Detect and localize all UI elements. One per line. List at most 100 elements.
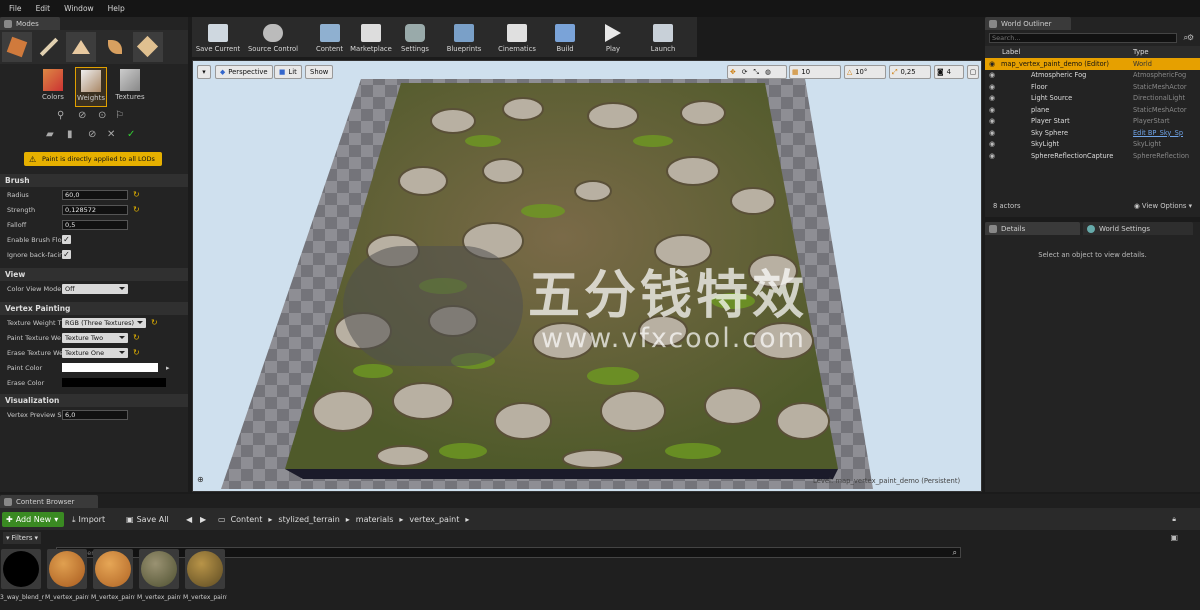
- level-viewport[interactable]: ▾ ◆ Perspective ■ Lit Show ✥ ⟳ ⤡ ◍ ▦ 10 △ 10° ⤢…: [192, 60, 982, 492]
- add-new-button[interactable]: ✚ Add New ▾: [2, 512, 64, 527]
- tex-weight-reset-icon[interactable]: ↻: [151, 318, 158, 327]
- breadcrumb-item[interactable]: stylized_terrain: [278, 515, 339, 524]
- blueprints-button[interactable]: Blueprints: [443, 19, 485, 55]
- swap-icon[interactable]: ⊙: [98, 110, 106, 121]
- radius-reset-icon[interactable]: ↻: [133, 190, 140, 199]
- visibility-eye-icon[interactable]: ◉: [985, 83, 999, 91]
- source-control-button[interactable]: Source Control: [244, 19, 302, 55]
- breadcrumb-item[interactable]: vertex_paint: [409, 515, 459, 524]
- radius-input[interactable]: 60,0: [62, 189, 128, 200]
- save-all-button[interactable]: ▣ Save All: [126, 512, 169, 527]
- strength-reset-icon[interactable]: ↻: [133, 205, 140, 214]
- tex-weight-select[interactable]: RGB (Three Textures): [62, 317, 146, 328]
- save-search-icon[interactable]: ▣: [1170, 533, 1178, 542]
- flow-checkbox[interactable]: ✓: [62, 235, 71, 244]
- strength-input[interactable]: 0,128572: [62, 204, 128, 215]
- check-icon[interactable]: ✓: [127, 129, 135, 140]
- outliner-row[interactable]: ◉ Atmospheric Fog AtmosphericFog: [985, 70, 1200, 82]
- vertex-painting-section-header[interactable]: Vertex Painting: [0, 302, 188, 315]
- outliner-row[interactable]: ◉ Light Source DirectionalLight: [985, 93, 1200, 105]
- view-section-header[interactable]: View: [0, 268, 188, 281]
- landscape-mode-button[interactable]: [66, 32, 96, 62]
- erase-color-swatch[interactable]: [62, 378, 166, 387]
- asset-thumbnail[interactable]: [93, 549, 133, 589]
- place-mode-button[interactable]: [2, 32, 32, 62]
- breadcrumb-item[interactable]: materials: [356, 515, 394, 524]
- filters-button[interactable]: ▾ Filters ▾: [3, 532, 42, 544]
- play-button[interactable]: Play: [600, 19, 626, 55]
- color-view-select[interactable]: Off: [62, 283, 128, 294]
- visibility-eye-icon[interactable]: ◉: [985, 140, 999, 148]
- cinematics-button[interactable]: Cinematics: [496, 19, 538, 55]
- visualization-section-header[interactable]: Visualization: [0, 394, 188, 407]
- outliner-row[interactable]: ◉ Sky Sphere Edit BP_Sky_Sp: [985, 127, 1200, 139]
- outliner-search-input[interactable]: Search... ⌕: [989, 33, 1188, 43]
- details-tab[interactable]: Details: [985, 222, 1080, 235]
- menu-edit[interactable]: Edit: [29, 4, 58, 13]
- colors-tab[interactable]: Colors: [38, 67, 68, 107]
- visibility-eye-icon[interactable]: ◉: [985, 71, 999, 79]
- back-button[interactable]: ◀: [186, 512, 192, 527]
- import-button[interactable]: ⤓ Import: [72, 512, 105, 527]
- erase-tex-select[interactable]: Texture One: [62, 347, 128, 358]
- geometry-mode-button[interactable]: [133, 32, 163, 62]
- copy-icon[interactable]: ⊘: [78, 110, 86, 121]
- asset-thumbnail[interactable]: [1, 549, 41, 589]
- falloff-input[interactable]: 0,5: [62, 219, 128, 230]
- expand-arrow-icon[interactable]: ▸: [166, 364, 170, 372]
- foliage-mode-button[interactable]: [100, 32, 130, 62]
- visibility-eye-icon[interactable]: ◉: [985, 117, 999, 125]
- content-button[interactable]: Content: [312, 19, 347, 55]
- paint-color-swatch[interactable]: [62, 363, 158, 372]
- content-browser-tab[interactable]: Content Browser: [0, 495, 98, 508]
- paint-tex-reset-icon[interactable]: ↻: [133, 333, 140, 342]
- label-column-header[interactable]: Label: [999, 48, 1133, 56]
- visibility-eye-icon[interactable]: ◉: [985, 60, 999, 68]
- build-button[interactable]: Build: [552, 19, 578, 55]
- outliner-row[interactable]: ◉ SkyLight SkyLight: [985, 139, 1200, 151]
- paint-mode-button[interactable]: [34, 32, 64, 62]
- import-icon[interactable]: ▰: [46, 129, 54, 140]
- propagate-icon[interactable]: ⚐: [115, 110, 124, 121]
- asset-thumbnail[interactable]: [185, 549, 225, 589]
- save-lod-icon[interactable]: ▮: [67, 129, 73, 140]
- brush-section-header[interactable]: Brush: [0, 174, 188, 187]
- paint-tex-select[interactable]: Texture Two: [62, 332, 128, 343]
- backface-checkbox[interactable]: ✓: [62, 250, 71, 259]
- outliner-row[interactable]: ◉ SphereReflectionCapture SphereReflection: [985, 150, 1200, 162]
- asset-thumbnail[interactable]: [47, 549, 87, 589]
- world-settings-tab[interactable]: World Settings: [1083, 222, 1193, 235]
- visibility-eye-icon[interactable]: ◉: [985, 106, 999, 114]
- breadcrumb-item[interactable]: Content: [231, 515, 263, 524]
- launch-button[interactable]: Launch: [647, 19, 679, 55]
- visibility-eye-icon[interactable]: ◉: [985, 94, 999, 102]
- world-outliner-tab[interactable]: World Outliner: [985, 17, 1071, 30]
- marketplace-button[interactable]: Marketplace: [348, 19, 394, 55]
- save-current-button[interactable]: Save Current: [195, 19, 241, 55]
- visibility-eye-icon[interactable]: ◉: [985, 152, 999, 160]
- outliner-row-world[interactable]: ◉ map_vertex_paint_demo (Editor) World: [985, 58, 1200, 70]
- outliner-row[interactable]: ◉ Player Start PlayerStart: [985, 116, 1200, 128]
- menu-window[interactable]: Window: [57, 4, 101, 13]
- forward-button[interactable]: ▶: [200, 512, 206, 527]
- erase-tex-reset-icon[interactable]: ↻: [133, 348, 140, 357]
- filter-icon[interactable]: ⚙: [1187, 33, 1194, 42]
- textures-tab[interactable]: Textures: [113, 67, 147, 107]
- outliner-row-type-link[interactable]: Edit BP_Sky_Sp: [1133, 129, 1193, 137]
- menu-file[interactable]: File: [2, 4, 29, 13]
- outliner-row[interactable]: ◉ plane StaticMeshActor: [985, 104, 1200, 116]
- type-column-header[interactable]: Type: [1133, 48, 1149, 56]
- outliner-row[interactable]: ◉ Floor StaticMeshActor: [985, 81, 1200, 93]
- fill-icon[interactable]: ⚲: [57, 110, 64, 121]
- remove-icon[interactable]: ⊘: [88, 129, 96, 140]
- view-options-button[interactable]: ◉ View Options ▾: [1134, 202, 1192, 210]
- visibility-eye-icon[interactable]: ◉: [985, 129, 999, 137]
- menu-help[interactable]: Help: [101, 4, 132, 13]
- weights-tab[interactable]: Weights: [75, 67, 107, 107]
- vertex-preview-input[interactable]: 6,0: [62, 409, 128, 420]
- fix-icon[interactable]: ✕: [107, 129, 115, 140]
- asset-thumbnail[interactable]: [139, 549, 179, 589]
- modes-tab[interactable]: Modes: [0, 17, 60, 30]
- lock-icon[interactable]: 🔒︎: [1172, 515, 1176, 524]
- settings-button[interactable]: Settings: [397, 19, 433, 55]
